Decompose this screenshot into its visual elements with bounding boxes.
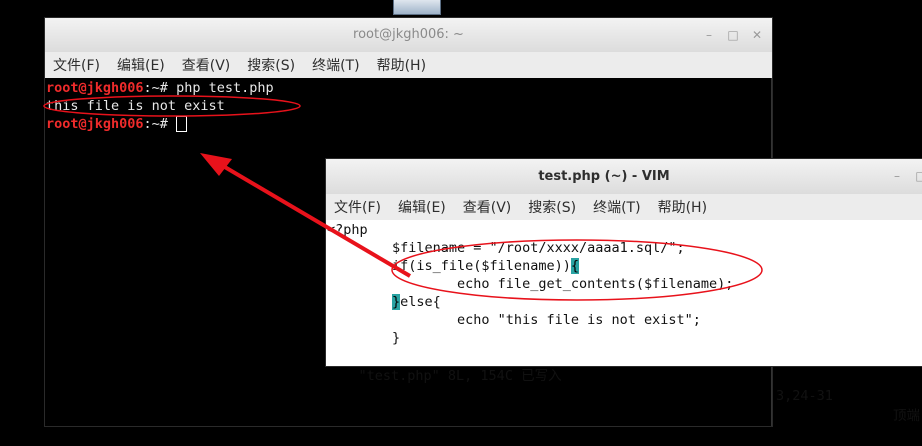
desktop-monitor-icon[interactable] xyxy=(393,0,441,15)
menu-edit[interactable]: 编辑(E) xyxy=(398,197,446,217)
terminal-titlebar[interactable]: root@jkgh006: ~ – □ ✕ xyxy=(45,18,772,52)
code-line: $filename = "/root/xxxx/aaaa1.sql/"; xyxy=(327,240,685,256)
menu-search[interactable]: 搜索(S) xyxy=(247,55,295,75)
status-cursor-pos: 3,24-31 xyxy=(776,388,833,404)
menu-help[interactable]: 帮助(H) xyxy=(377,55,426,75)
menu-terminal[interactable]: 终端(T) xyxy=(593,197,640,217)
menu-view[interactable]: 查看(V) xyxy=(182,55,231,75)
status-file-info: "test.php" 8L, 154C 已写入 xyxy=(358,368,562,384)
terminal-line: root@jkgh006:~# php test.php xyxy=(46,79,772,97)
vim-statusline: "test.php" 8L, 154C 已写入 3,24-31 顶端 xyxy=(326,346,922,424)
menu-file[interactable]: 文件(F) xyxy=(53,55,100,75)
terminal-line: root@jkgh006:~# xyxy=(46,115,772,133)
menu-edit[interactable]: 编辑(E) xyxy=(117,55,165,75)
code-line: <?php xyxy=(327,222,368,238)
terminal-menubar: 文件(F) 编辑(E) 查看(V) 搜索(S) 终端(T) 帮助(H) xyxy=(45,52,772,78)
terminal-cursor xyxy=(176,116,188,132)
vim-editor[interactable]: <?php $filename = "/root/xxxx/aaaa1.sql/… xyxy=(326,220,922,347)
code-line: echo "this file is not exist"; xyxy=(327,312,701,328)
vim-menubar: 文件(F) 编辑(E) 查看(V) 搜索(S) 终端(T) 帮助(H) xyxy=(326,194,922,220)
code-text: if(is_file($filename)){ xyxy=(327,258,579,274)
vim-window: test.php (~) - VIM – □ 文件(F) 编辑(E) 查看(V)… xyxy=(326,159,922,424)
menu-help[interactable]: 帮助(H) xyxy=(658,197,707,217)
status-scroll: 顶端 xyxy=(893,408,920,424)
prompt-user-host: root@jkgh006 xyxy=(46,80,144,96)
menu-terminal[interactable]: 终端(T) xyxy=(312,55,359,75)
maximize-icon[interactable]: □ xyxy=(912,167,922,185)
menu-file[interactable]: 文件(F) xyxy=(334,197,381,217)
prompt-suffix: :~# xyxy=(143,116,177,132)
menu-view[interactable]: 查看(V) xyxy=(463,197,512,217)
brace-match-highlight: { xyxy=(570,258,579,274)
code-line: echo file_get_contents($filename); xyxy=(327,276,734,292)
code-line: if(is_file($filename)){ xyxy=(327,257,922,275)
code-line: } xyxy=(327,330,401,346)
command-text: php test.php xyxy=(176,80,274,96)
minimize-icon[interactable]: – xyxy=(888,167,906,185)
brace-match-highlight: } xyxy=(392,294,401,310)
terminal-output-line: this file is not exist xyxy=(46,98,225,114)
terminal-title: root@jkgh006: ~ xyxy=(353,27,464,42)
minimize-icon[interactable]: – xyxy=(700,26,718,44)
vim-title: test.php (~) - VIM xyxy=(538,169,670,184)
prompt-suffix: :~# xyxy=(143,80,177,96)
prompt-user-host: root@jkgh006 xyxy=(46,116,144,132)
close-icon[interactable]: ✕ xyxy=(748,26,766,44)
vim-titlebar[interactable]: test.php (~) - VIM – □ xyxy=(326,159,922,194)
code-line: }else{ xyxy=(392,294,441,310)
menu-search[interactable]: 搜索(S) xyxy=(528,197,576,217)
maximize-icon[interactable]: □ xyxy=(724,26,742,44)
